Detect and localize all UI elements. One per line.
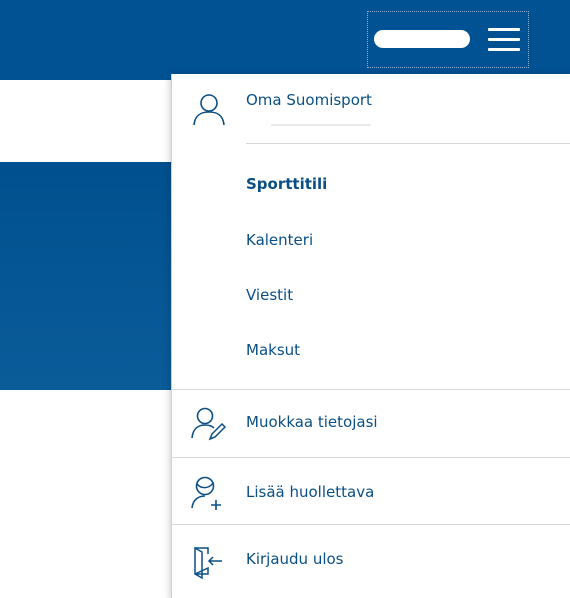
profile-subtitle-redacted xyxy=(271,124,371,126)
logout-icon xyxy=(194,546,222,580)
user-icon xyxy=(193,94,225,126)
hamburger-icon[interactable] xyxy=(488,26,520,54)
add-dependant-label: Lisää huollettava xyxy=(246,483,375,501)
nav-item-sporttitili[interactable]: Sporttitili xyxy=(246,175,327,193)
add-dependant-icon xyxy=(191,476,221,510)
profile-title: Oma Suomisport xyxy=(246,91,372,109)
hero-banner xyxy=(0,162,176,390)
edit-user-icon xyxy=(191,407,227,441)
nav-item-viestit[interactable]: Viestit xyxy=(246,286,293,304)
nav-item-kalenteri[interactable]: Kalenteri xyxy=(246,231,313,249)
add-dependant-button[interactable]: Lisää huollettava xyxy=(171,458,570,524)
top-navigation-bar xyxy=(0,0,570,80)
nav-item-maksut[interactable]: Maksut xyxy=(246,341,300,359)
logout-button[interactable]: Kirjaudu ulos xyxy=(171,525,570,598)
divider xyxy=(246,143,570,144)
profile-link[interactable]: Oma Suomisport xyxy=(171,74,570,144)
account-name-redacted xyxy=(374,30,470,48)
edit-profile-button[interactable]: Muokkaa tietojasi xyxy=(171,390,570,457)
account-menu-trigger[interactable] xyxy=(367,11,529,68)
logout-label: Kirjaudu ulos xyxy=(246,550,344,568)
account-dropdown-menu: Oma Suomisport Sporttitili Kalenteri Vie… xyxy=(171,74,570,598)
edit-profile-label: Muokkaa tietojasi xyxy=(246,413,378,431)
